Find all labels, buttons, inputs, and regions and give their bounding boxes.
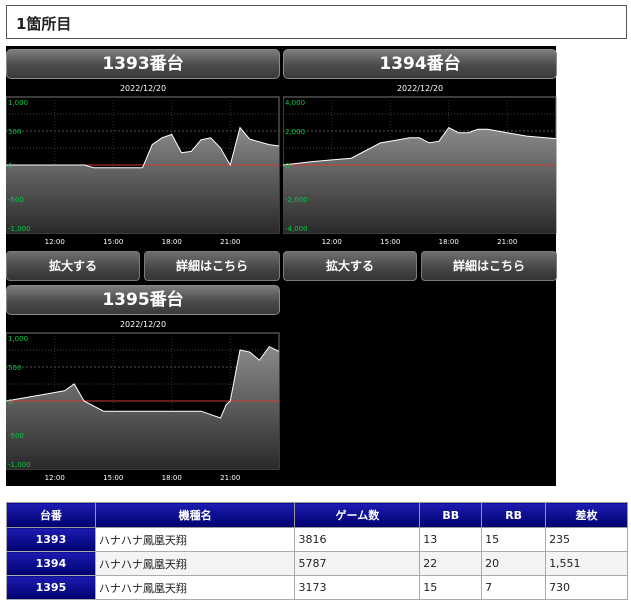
diff-cell: 235 [545, 527, 628, 552]
x-tick-label: 12:00 [45, 474, 65, 482]
zoom-button[interactable]: 拡大する [283, 251, 417, 281]
page: 1箇所目 1393番台 2022/12/20 1,000 500 0 -500 -1,0… [0, 0, 631, 607]
y-tick-label: -1,000 [8, 225, 31, 233]
column-header: 台番 [6, 502, 96, 528]
y-tick-label: 0 [8, 162, 12, 170]
y-tick-label: 4,000 [285, 99, 305, 107]
y-tick-label: -500 [8, 432, 24, 440]
details-button[interactable]: 詳細はこちら [144, 251, 280, 281]
table-header-row: 台番 機種名 ゲーム数 BB RB 差枚 [6, 502, 628, 528]
machine-card-1393: 1393番台 2022/12/20 1,000 500 0 -500 -1,000 12:… [6, 46, 280, 284]
slump-chart: 1,000 500 0 -500 -1,000 12:00 15:00 18:00 21:00 [6, 332, 280, 485]
x-tick-label: 12:00 [322, 238, 342, 246]
y-tick-label: 1,000 [8, 335, 28, 343]
column-header: 機種名 [94, 502, 296, 528]
chart-date: 2022/12/20 [396, 84, 444, 93]
model-name-cell: ハナハナ鳳凰天翔 [94, 527, 296, 552]
games-cell: 5787 [294, 551, 421, 576]
x-tick-label: 21:00 [220, 238, 240, 246]
x-tick-label: 15:00 [103, 238, 123, 246]
machine-title[interactable]: 1393番台 [6, 49, 280, 79]
machine-number-cell[interactable]: 1394 [6, 551, 96, 576]
games-cell: 3173 [294, 575, 421, 600]
section-header: 1箇所目 [6, 5, 627, 39]
x-tick-label: 21:00 [497, 238, 517, 246]
bb-cell: 15 [419, 575, 483, 600]
y-tick-label: 2,000 [285, 128, 305, 136]
column-header: ゲーム数 [294, 502, 421, 528]
chart-svg: 1,000 500 0 -500 -1,000 12:00 15:00 18:00 21:00 [6, 96, 280, 246]
x-tick-label: 15:00 [380, 238, 400, 246]
slump-chart: 1,000 500 0 -500 -1,000 12:00 15:00 18:00 21:00 [6, 96, 280, 249]
machine-title[interactable]: 1395番台 [6, 285, 280, 315]
x-tick-label: 12:00 [45, 238, 65, 246]
chart-date: 2022/12/20 [119, 84, 167, 93]
chart-svg: 1,000 500 0 -500 -1,000 12:00 15:00 18:00 21:00 [6, 332, 280, 482]
machine-title[interactable]: 1394番台 [283, 49, 557, 79]
y-tick-label: -500 [8, 196, 24, 204]
games-cell: 3816 [294, 527, 421, 552]
table-row: 1393 ハナハナ鳳凰天翔 3816 13 15 235 [6, 527, 628, 552]
diff-cell: 1,551 [545, 551, 628, 576]
machine-number-cell[interactable]: 1393 [6, 527, 96, 552]
section-title: 1箇所目 [16, 15, 72, 33]
column-header: 差枚 [545, 502, 628, 528]
rb-cell: 20 [481, 551, 547, 576]
diff-cell: 730 [545, 575, 628, 600]
machine-number-cell[interactable]: 1395 [6, 575, 96, 600]
x-tick-label: 18:00 [162, 474, 182, 482]
rb-cell: 7 [481, 575, 547, 600]
table-row: 1395 ハナハナ鳳凰天翔 3173 15 7 730 [6, 575, 628, 600]
x-tick-label: 21:00 [220, 474, 240, 482]
results-table: 台番 機種名 ゲーム数 BB RB 差枚 1393 ハナハナ鳳凰天翔 3816 … [6, 502, 628, 600]
y-tick-label: 500 [8, 128, 21, 136]
y-tick-label: 500 [8, 364, 21, 372]
chart-svg: 4,000 2,000 0 -2,000 -4,000 12:00 15:00 18:00 21… [283, 96, 557, 246]
chart-date: 2022/12/20 [119, 320, 167, 329]
y-tick-label: -1,000 [8, 461, 31, 469]
column-header: RB [481, 502, 547, 528]
model-name-cell: ハナハナ鳳凰天翔 [94, 551, 296, 576]
x-tick-label: 18:00 [439, 238, 459, 246]
bb-cell: 22 [419, 551, 483, 576]
y-tick-label: 0 [285, 162, 289, 170]
column-header: BB [419, 502, 483, 528]
model-name-cell: ハナハナ鳳凰天翔 [94, 575, 296, 600]
x-tick-label: 15:00 [103, 474, 123, 482]
rb-cell: 15 [481, 527, 547, 552]
y-tick-label: 0 [8, 398, 12, 406]
zoom-button[interactable]: 拡大する [6, 251, 140, 281]
y-tick-label: 1,000 [8, 99, 28, 107]
x-tick-label: 18:00 [162, 238, 182, 246]
slump-chart: 4,000 2,000 0 -2,000 -4,000 12:00 15:00 18:00 21… [283, 96, 557, 249]
y-tick-label: -2,000 [285, 196, 308, 204]
y-tick-label: -4,000 [285, 225, 308, 233]
machine-card-1394: 1394番台 2022/12/20 4,000 2,000 0 -2,000 -4,00… [283, 46, 557, 284]
table-row: 1394 ハナハナ鳳凰天翔 5787 22 20 1,551 [6, 551, 628, 576]
machine-card-1395: 1395番台 2022/12/20 1,000 500 0 -500 -1,000 12:… [6, 282, 280, 487]
details-button[interactable]: 詳細はこちら [421, 251, 557, 281]
machine-panel: 1393番台 2022/12/20 1,000 500 0 -500 -1,000 12:… [6, 46, 557, 487]
bb-cell: 13 [419, 527, 483, 552]
